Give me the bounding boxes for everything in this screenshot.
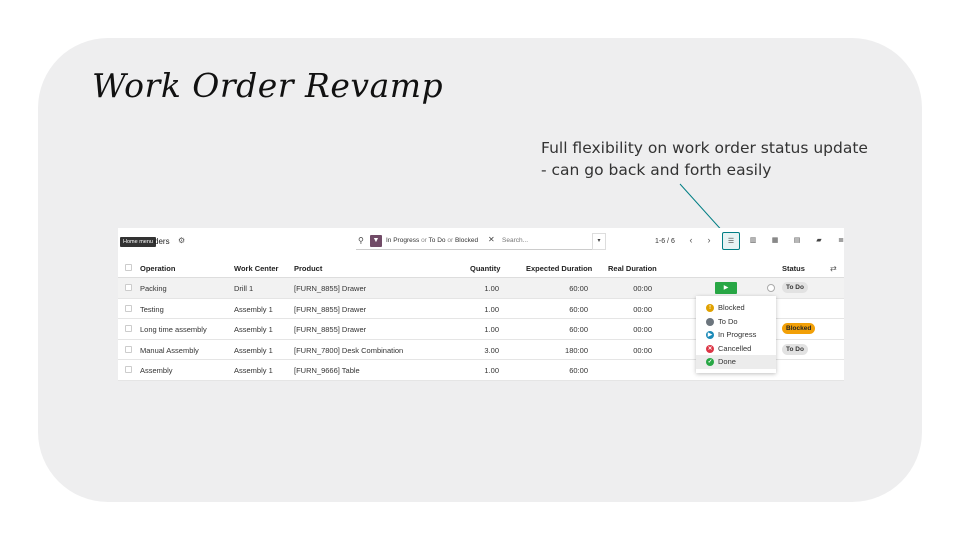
- status-option-label: Blocked: [718, 303, 745, 312]
- cell-product: [FURN_7800] Desk Combination: [294, 345, 404, 355]
- status-option-in-progress[interactable]: ▶ In Progress: [696, 328, 776, 342]
- status-option-label: To Do: [718, 316, 738, 326]
- status-selector[interactable]: [767, 284, 775, 292]
- cell-expected-duration: 180:00: [565, 345, 588, 355]
- row-checkbox[interactable]: [125, 345, 132, 353]
- row-checkbox[interactable]: [125, 304, 132, 312]
- cell-expected-duration: 60:00: [569, 304, 588, 314]
- search-input[interactable]: [502, 237, 582, 244]
- pivot-view-icon[interactable]: ▤: [788, 232, 806, 250]
- start-button[interactable]: ▶: [715, 282, 737, 294]
- cell-operation: Long time assembly: [140, 325, 207, 334]
- cancelled-icon: ✕: [706, 344, 714, 353]
- cell-operation: Manual Assembly: [140, 345, 199, 355]
- optional-columns-icon[interactable]: ⇄: [830, 264, 837, 273]
- cell-product: [FURN_8855] Drawer: [294, 325, 367, 334]
- cell-real-duration: 00:00: [633, 304, 652, 314]
- cell-real-duration: 00:00: [633, 284, 652, 293]
- status-badge[interactable]: To Do: [782, 282, 808, 293]
- cell-operation: Packing: [140, 284, 167, 293]
- status-option-blocked[interactable]: ! Blocked: [696, 301, 776, 315]
- status-badge[interactable]: To Do: [782, 343, 808, 355]
- done-icon: ✓: [706, 358, 714, 366]
- slide-title: Work Order Revamp: [92, 66, 444, 105]
- cell-quantity: 1.00: [484, 304, 499, 314]
- status-filter-facet: In Progress or To Do or Blocked: [386, 237, 478, 244]
- search-options-toggle[interactable]: ▾: [592, 233, 606, 250]
- pager-next-icon[interactable]: ›: [702, 234, 716, 248]
- in-progress-icon: ▶: [706, 331, 714, 339]
- cell-quantity: 1.00: [484, 366, 499, 375]
- callout-text: Full flexibility on work order status up…: [541, 139, 868, 179]
- blocked-icon: !: [706, 304, 714, 312]
- gear-icon[interactable]: ⚙: [178, 236, 185, 245]
- cell-work-center: Assembly 1: [234, 345, 273, 355]
- select-all-checkbox[interactable]: [125, 264, 132, 271]
- header-quantity[interactable]: Quantity: [470, 264, 500, 273]
- graph-view-icon[interactable]: ▰: [810, 232, 828, 250]
- cell-work-center: Assembly 1: [234, 366, 273, 375]
- status-option-done[interactable]: ✓ Done: [696, 355, 776, 369]
- cell-work-center: Assembly 1: [234, 304, 273, 314]
- header-operation[interactable]: Operation: [140, 264, 175, 273]
- remove-facet-icon[interactable]: ✕: [488, 235, 495, 244]
- cell-operation: Assembly: [140, 366, 173, 375]
- pager-value[interactable]: 1-6 / 6: [655, 238, 675, 245]
- table-header: Operation Work Center Product Quantity E…: [118, 258, 844, 278]
- cell-real-duration: 00:00: [633, 325, 652, 334]
- cell-expected-duration: 60:00: [569, 284, 588, 293]
- facet-in-progress: In Progress: [386, 237, 420, 244]
- header-product[interactable]: Product: [294, 264, 322, 273]
- pager-previous-icon[interactable]: ‹: [684, 234, 698, 248]
- cell-real-duration: 00:00: [633, 345, 652, 355]
- header-expected-duration[interactable]: Expected Duration: [526, 264, 592, 273]
- to-do-icon: [706, 317, 714, 326]
- cell-expected-duration: 60:00: [569, 325, 588, 334]
- cell-expected-duration: 60:00: [569, 366, 588, 375]
- status-option-label: Cancelled: [718, 343, 752, 353]
- filter-icon: ▼: [370, 235, 382, 247]
- status-option-label: Done: [718, 357, 736, 366]
- facet-blocked: Blocked: [454, 237, 479, 244]
- breadcrumb-title[interactable]: ders: [154, 237, 170, 246]
- list-view-icon[interactable]: ☰: [722, 232, 740, 250]
- header-status[interactable]: Status: [782, 264, 805, 273]
- cell-work-center: Drill 1: [234, 284, 254, 293]
- kanban-view-icon[interactable]: ▥: [744, 232, 762, 250]
- status-option-cancelled[interactable]: ✕ Cancelled: [696, 342, 776, 356]
- cell-product: [FURN_9666] Table: [294, 366, 360, 375]
- cell-quantity: 3.00: [484, 345, 499, 355]
- status-option-label: In Progress: [718, 330, 757, 339]
- row-checkbox[interactable]: [125, 325, 132, 332]
- gantt-view-icon[interactable]: ≣: [832, 232, 850, 250]
- row-checkbox[interactable]: [125, 366, 132, 373]
- row-checkbox[interactable]: [125, 284, 132, 291]
- cell-quantity: 1.00: [484, 284, 499, 293]
- cell-product: [FURN_8855] Drawer: [294, 304, 367, 314]
- home-menu-tooltip: Home menu: [120, 237, 156, 247]
- facet-or: or: [421, 237, 427, 244]
- status-dropdown-menu: ! Blocked To Do ▶ In Progress ✕ Cancelle…: [696, 296, 776, 373]
- facet-or: or: [447, 237, 454, 244]
- cell-work-center: Assembly 1: [234, 325, 273, 334]
- search-icon[interactable]: ⚲: [358, 236, 364, 245]
- cell-operation: Testing: [140, 304, 164, 314]
- cell-quantity: 1.00: [484, 325, 499, 334]
- calendar-view-icon[interactable]: ▦: [766, 232, 784, 250]
- view-switcher: ☰ ▥ ▦ ▤ ▰ ≣: [722, 232, 854, 250]
- status-option-to-do[interactable]: To Do: [696, 315, 776, 329]
- control-panel: Home menu ders ⚙ ⚲ ▼ In Progress or To D…: [118, 228, 844, 256]
- status-badge[interactable]: Blocked: [782, 323, 816, 334]
- search-bar: ⚲ ▼ In Progress or To Do or Blocked ✕: [356, 233, 592, 250]
- cell-product: [FURN_8855] Drawer: [294, 284, 367, 293]
- header-real-duration[interactable]: Real Duration: [608, 264, 657, 273]
- header-work-center[interactable]: Work Center: [234, 264, 278, 273]
- facet-to-do: To Do: [428, 237, 446, 244]
